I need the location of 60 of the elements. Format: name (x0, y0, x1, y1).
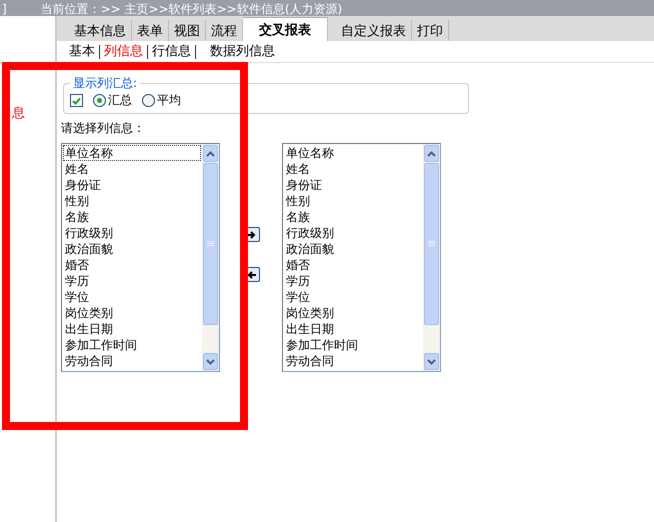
list-item[interactable]: 行政级别 (284, 225, 422, 241)
group-legend: 显示列汇总: (70, 75, 140, 92)
subtab[interactable]: 行信息 (148, 45, 196, 59)
tab[interactable]: 表单 (132, 20, 169, 41)
radio-option[interactable]: 汇总 (93, 92, 132, 109)
list-item[interactable]: 出生日期 (284, 321, 422, 337)
tab[interactable]: 自定义报表 (336, 20, 412, 41)
list-item[interactable]: 参加工作时间 (284, 337, 422, 353)
tab[interactable]: 交叉报表 (243, 17, 328, 41)
list-box[interactable]: 单位名称 姓名 身份证 性别 名族 行政级别 政治面貌 婚否 学历 学位 岗位类别 出生日期 参加工作时间 劳动合同 (61, 143, 220, 372)
list-item[interactable]: 名族 (284, 209, 422, 225)
list-item[interactable]: 参加工作时间 (63, 337, 201, 353)
list-item[interactable]: 婚否 (63, 257, 201, 273)
list-box[interactable]: 单位名称 姓名 身份证 性别 名族 行政级别 政治面貌 婚否 学历 学位 岗位类别 出生日期 参加工作时间 劳动合同 (282, 143, 441, 372)
list-item[interactable]: 单位名称 (284, 145, 422, 161)
list-item[interactable]: 学历 (63, 273, 201, 289)
list-item[interactable]: 劳动合同 (63, 353, 201, 369)
list-item[interactable]: 性别 (63, 193, 201, 209)
grip-icon (207, 241, 214, 247)
list-item[interactable]: 劳动合同 (284, 353, 422, 369)
tab[interactable]: 视图 (169, 20, 206, 41)
radio[interactable] (93, 94, 106, 107)
edge-fragment: ] (2, 2, 7, 16)
right-arrow-icon (246, 230, 256, 238)
list-item[interactable]: 政治面貌 (63, 241, 201, 257)
list-item[interactable]: 岗位类别 (284, 305, 422, 321)
select-label: 请选择列信息： (61, 120, 146, 137)
scroll-down-icon (206, 358, 215, 364)
scrollbar[interactable] (202, 144, 219, 371)
list-item[interactable]: 性别 (284, 193, 422, 209)
subtab[interactable]: 列信息 (100, 45, 148, 59)
checkbox[interactable] (70, 94, 83, 107)
scroll-up-icon (427, 150, 436, 156)
list-item[interactable]: 岗位类别 (63, 305, 201, 321)
scrollbar[interactable] (423, 144, 440, 371)
list-item[interactable]: 出生日期 (63, 321, 201, 337)
list-item[interactable]: 名族 (63, 209, 201, 225)
breadcrumb: 当前位置：>> 主页>>软件列表>>软件信息(人力资源) (40, 2, 342, 16)
list-item[interactable]: 行政级别 (63, 225, 201, 241)
radio[interactable] (142, 94, 155, 107)
tab[interactable]: 基本信息 (69, 20, 132, 41)
list-item[interactable]: 姓名 (284, 161, 422, 177)
list-item[interactable]: 婚否 (284, 257, 422, 273)
list-item[interactable]: 学位 (63, 289, 201, 305)
list-item[interactable]: 学位 (284, 289, 422, 305)
list-item[interactable]: 单位名称 (63, 145, 201, 161)
list-item[interactable]: 身份证 (284, 177, 422, 193)
left-arrow-icon (246, 270, 256, 278)
list-item[interactable]: 身份证 (63, 177, 201, 193)
list-item[interactable]: 学历 (284, 273, 422, 289)
subtab[interactable]: 数据列信息 (206, 45, 275, 59)
radio-option[interactable]: 平均 (142, 92, 181, 109)
scroll-down-icon (427, 358, 436, 364)
list-item[interactable]: 姓名 (63, 161, 201, 177)
tab[interactable]: 打印 (412, 20, 449, 41)
subtab[interactable]: 基本 (69, 45, 100, 59)
scroll-up-icon (206, 150, 215, 156)
list-item[interactable]: 政治面貌 (284, 241, 422, 257)
sidebar-fragment[interactable]: 息 (12, 106, 25, 121)
grip-icon (428, 241, 435, 247)
